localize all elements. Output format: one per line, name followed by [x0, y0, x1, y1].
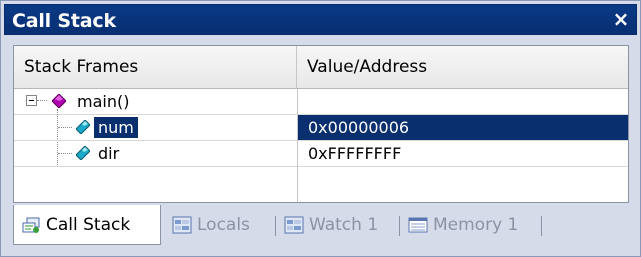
frame-value	[297, 89, 628, 114]
frame-name: main()	[77, 92, 130, 111]
variable-value: 0x00000006	[297, 115, 628, 140]
bottom-tab-bar: Call Stack Locals Watch 1 Memory 1	[13, 205, 629, 247]
grid-header: Stack Frames Value/Address	[14, 46, 628, 89]
row-divider	[14, 166, 628, 167]
call-stack-window: Call Stack × Stack Frames Value/Address …	[0, 0, 641, 257]
variable-value: 0xFFFFFFFF	[297, 141, 628, 166]
window-title: Call Stack	[12, 10, 116, 32]
locals-icon	[172, 216, 192, 234]
tab-memory-1[interactable]: Memory 1	[401, 205, 537, 245]
variable-name: dir	[98, 144, 120, 163]
tab-label: Watch 1	[309, 215, 379, 235]
column-divider	[297, 166, 298, 202]
tab-call-stack[interactable]: Call Stack	[13, 205, 161, 245]
variable-name: num	[94, 117, 138, 138]
tree-connector	[58, 153, 72, 154]
column-header-stack-frames[interactable]: Stack Frames	[14, 46, 297, 88]
tab-label: Memory 1	[433, 215, 519, 235]
variable-row-dir[interactable]: dir 0xFFFFFFFF	[14, 141, 628, 166]
call-stack-icon	[22, 217, 40, 233]
tab-locals[interactable]: Locals	[165, 205, 271, 245]
tab-label: Call Stack	[46, 215, 131, 235]
variable-icon	[76, 120, 90, 134]
tab-watch-1[interactable]: Watch 1	[277, 205, 395, 245]
collapse-toggle[interactable]	[26, 95, 37, 106]
variable-icon	[76, 146, 90, 160]
frame-row-main[interactable]: main()	[14, 89, 628, 114]
variable-row-num[interactable]: num 0x00000006	[14, 115, 628, 140]
close-icon[interactable]: ×	[611, 8, 631, 30]
watch-icon	[284, 216, 304, 234]
call-stack-grid: Stack Frames Value/Address main() num 0x…	[13, 45, 629, 203]
function-icon	[52, 94, 66, 108]
tab-separator	[541, 216, 542, 236]
column-header-value-address[interactable]: Value/Address	[297, 46, 628, 88]
tab-separator	[399, 216, 400, 236]
tree-connector	[37, 100, 47, 101]
tree-connector	[58, 127, 72, 128]
title-bar[interactable]: Call Stack ×	[4, 4, 637, 35]
tab-separator	[275, 216, 276, 236]
memory-icon	[408, 217, 428, 233]
tab-label: Locals	[197, 215, 250, 235]
